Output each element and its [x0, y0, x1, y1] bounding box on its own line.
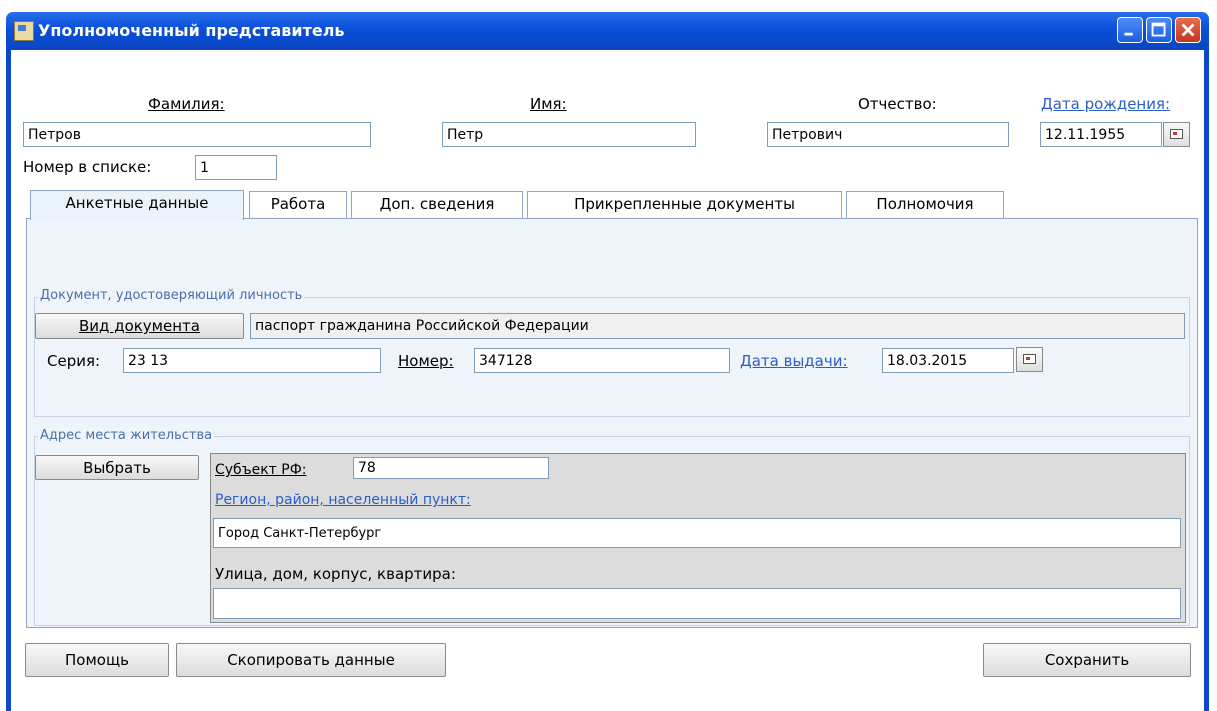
- series-label: Серия:: [47, 352, 101, 370]
- tab-authority[interactable]: Полномочия: [846, 191, 1004, 218]
- copy-data-button[interactable]: Скопировать данные: [176, 643, 446, 677]
- street-input[interactable]: [213, 588, 1181, 619]
- copy-data-button-label: Скопировать данные: [227, 651, 395, 669]
- minimize-icon: [1124, 32, 1133, 36]
- tab-label: Полномочия: [876, 195, 974, 213]
- tab-label: Анкетные данные: [65, 194, 209, 212]
- help-button-label: Помощь: [65, 651, 129, 669]
- window-frame-left: [6, 50, 11, 711]
- save-button[interactable]: Сохранить: [983, 643, 1191, 677]
- patronymic-input[interactable]: [767, 122, 1009, 147]
- maximize-button[interactable]: [1146, 17, 1172, 43]
- tab-additional-info[interactable]: Доп. сведения: [351, 191, 523, 218]
- region-input[interactable]: [213, 518, 1181, 548]
- document-type-button-label: Вид документа: [79, 317, 200, 335]
- region-link[interactable]: Регион, район, населенный пункт:: [215, 492, 471, 508]
- window-app-icon: [14, 21, 34, 41]
- number-label: Номер:: [398, 352, 454, 370]
- maximize-icon: [1151, 22, 1166, 37]
- select-address-button-label: Выбрать: [83, 458, 151, 477]
- number-input[interactable]: [474, 348, 730, 373]
- list-number-input[interactable]: [195, 155, 277, 180]
- issue-date-calendar-button[interactable]: [1016, 347, 1043, 372]
- help-button[interactable]: Помощь: [25, 643, 169, 677]
- birthdate-link[interactable]: Дата рождения:: [1041, 95, 1170, 113]
- minimize-button[interactable]: [1117, 17, 1143, 43]
- issue-date-link[interactable]: Дата выдачи:: [740, 352, 848, 370]
- close-button[interactable]: [1175, 17, 1201, 43]
- address-group-title: Адрес места жительства: [38, 428, 215, 443]
- window-title: Уполномоченный представитель: [38, 21, 345, 40]
- series-input[interactable]: [123, 348, 381, 373]
- subject-label: Субъект РФ:: [215, 462, 307, 478]
- tab-attached-documents[interactable]: Прикрепленные документы: [527, 191, 842, 218]
- name-input[interactable]: [442, 122, 696, 147]
- dialog-window: Уполномоченный представитель Фамилия: Им…: [0, 0, 1217, 711]
- birthdate-input[interactable]: [1040, 122, 1162, 147]
- save-button-label: Сохранить: [1044, 651, 1130, 669]
- select-address-button[interactable]: Выбрать: [35, 455, 199, 480]
- surname-label: Фамилия:: [148, 95, 225, 113]
- calendar-icon: [1170, 129, 1183, 139]
- tab-personal-data[interactable]: Анкетные данные: [30, 190, 244, 220]
- issue-date-input[interactable]: [882, 348, 1014, 373]
- birthdate-calendar-button[interactable]: [1163, 122, 1190, 147]
- identity-document-group-title: Документ, удостоверяющий личность: [38, 288, 305, 303]
- name-label: Имя:: [530, 95, 567, 113]
- window-frame-right: [1204, 50, 1209, 711]
- list-number-label: Номер в списке:: [23, 158, 152, 176]
- patronymic-label: Отчество:: [858, 95, 937, 113]
- street-label: Улица, дом, корпус, квартира:: [215, 565, 456, 583]
- surname-input[interactable]: [23, 122, 371, 147]
- subject-input[interactable]: [353, 457, 549, 479]
- calendar-icon: [1023, 354, 1036, 364]
- tab-work[interactable]: Работа: [249, 191, 347, 218]
- title-bar[interactable]: Уполномоченный представитель: [6, 12, 1209, 50]
- tab-label: Доп. сведения: [379, 195, 495, 213]
- tab-label: Работа: [270, 195, 326, 213]
- document-type-field[interactable]: [250, 313, 1185, 339]
- tab-label: Прикрепленные документы: [574, 195, 795, 213]
- document-type-button[interactable]: Вид документа: [35, 313, 244, 339]
- close-icon: [1181, 23, 1195, 37]
